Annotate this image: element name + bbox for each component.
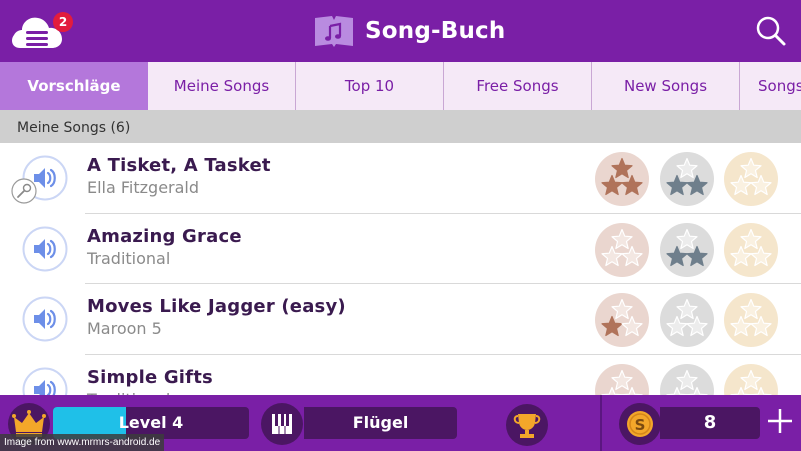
tab-new-songs[interactable]: New Songs <box>592 62 740 110</box>
speaker-icon[interactable] <box>22 367 68 396</box>
image-source-watermark: Image from www.mrmrs-android.de <box>0 434 165 451</box>
silver-stars-badge <box>660 222 714 277</box>
silver-stars-badge <box>660 363 714 395</box>
speaker-icon[interactable] <box>22 296 68 342</box>
song-artist: Traditional <box>87 248 171 268</box>
speaker-icon[interactable] <box>22 226 68 272</box>
song-title: Simple Gifts <box>87 366 213 388</box>
piano-icon[interactable] <box>261 403 303 445</box>
search-icon[interactable] <box>755 15 787 47</box>
notification-badge: 2 <box>53 12 73 32</box>
tab-songs[interactable]: Songs <box>740 62 801 110</box>
bronze-stars-badge <box>595 222 649 277</box>
coin-balance: 8 <box>660 407 760 439</box>
gold-stars-badge <box>724 222 778 277</box>
song-list: A Tisket, A Tasket Ella Fitzgerald Amazing… <box>0 143 801 395</box>
song-artist: Ella Fitzgerald <box>87 178 200 197</box>
trophy-icon[interactable] <box>505 403 549 447</box>
tab-free-songs[interactable]: Free Songs <box>444 62 592 110</box>
song-row[interactable]: Amazing Grace Traditional <box>0 214 801 284</box>
gold-stars-badge <box>724 293 778 347</box>
song-title: A Tisket, A Tasket <box>87 155 271 176</box>
tab-top-10[interactable]: Top 10 <box>296 62 444 110</box>
silver-stars-badge <box>660 293 714 347</box>
bottom-bar-divider <box>600 395 602 451</box>
tab-vorschlaege[interactable]: Vorschläge <box>0 62 148 110</box>
svg-text:S: S <box>635 416 646 434</box>
tab-meine-songs[interactable]: Meine Songs <box>148 62 296 110</box>
song-artist: Maroon 5 <box>87 319 162 338</box>
gold-stars-badge <box>724 152 778 206</box>
song-row[interactable]: Simple GiftsTraditional <box>0 355 801 396</box>
section-header: Meine Songs (6) <box>0 110 801 143</box>
page-title-group: Song-Buch <box>313 14 505 48</box>
instrument-selector[interactable]: Flügel <box>304 407 457 439</box>
coin-icon: S <box>619 403 661 445</box>
bronze-stars-badge <box>595 293 649 347</box>
bronze-stars-badge <box>595 363 649 395</box>
song-title: Amazing Grace <box>87 225 242 247</box>
top-app-bar: 2 Song-Buch <box>0 0 801 62</box>
microphone-icon <box>11 178 37 204</box>
songbook-icon <box>315 16 353 47</box>
song-title: Moves Like Jagger (easy) <box>87 296 346 317</box>
add-coins-icon[interactable] <box>766 407 794 435</box>
gold-stars-badge <box>724 363 778 395</box>
silver-stars-badge <box>660 152 714 206</box>
song-row[interactable]: A Tisket, A Tasket Ella Fitzgerald <box>0 143 801 214</box>
bronze-stars-badge <box>595 152 649 206</box>
page-title: Song-Buch <box>365 18 506 44</box>
tab-bar: Vorschläge Meine Songs Top 10 Free Songs… <box>0 62 801 110</box>
song-row[interactable]: Moves Like Jagger (easy) Maroon 5 <box>0 284 801 355</box>
